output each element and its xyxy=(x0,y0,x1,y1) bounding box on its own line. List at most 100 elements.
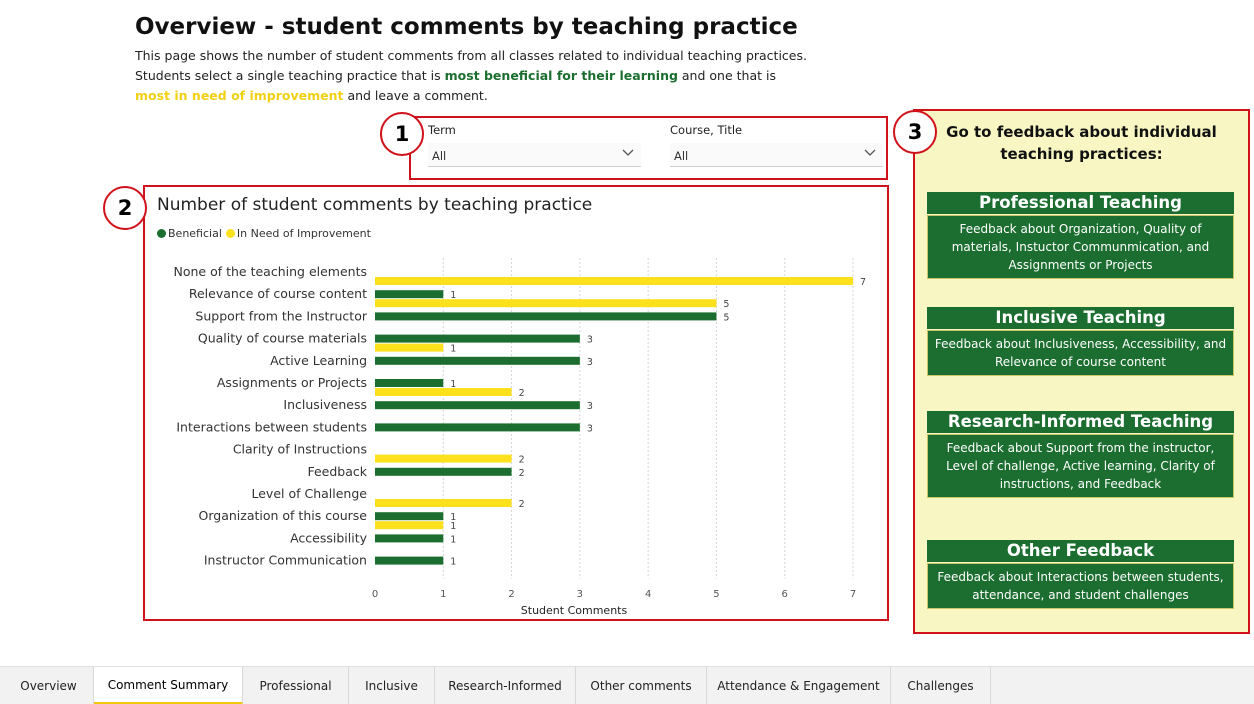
x-tick-label: 7 xyxy=(850,589,856,600)
x-tick-label: 3 xyxy=(577,589,583,600)
tab-overview[interactable]: Overview xyxy=(4,667,94,704)
legend-beneficial-label: Beneficial xyxy=(168,227,222,240)
legend-improvement[interactable]: In Need of Improvement xyxy=(225,227,371,240)
description-line-3: most in need of improvement and leave a … xyxy=(135,86,807,106)
tab-inclusive[interactable]: Inclusive xyxy=(349,667,435,704)
navigation-heading-line-1: Go to feedback about individual xyxy=(946,123,1217,141)
course-filter-label: Course, Title xyxy=(670,123,743,137)
bar-beneficial xyxy=(375,512,444,521)
page-title: Overview - student comments by teaching … xyxy=(135,14,798,40)
category-label: Clarity of Instructions xyxy=(233,442,367,457)
bar-improvement xyxy=(375,454,512,463)
data-label: 1 xyxy=(450,534,456,545)
data-label: 3 xyxy=(587,357,593,368)
description-text: and one that is xyxy=(677,68,776,83)
bar-improvement xyxy=(375,343,444,352)
bar-improvement xyxy=(375,388,512,396)
x-tick-label: 6 xyxy=(782,589,788,600)
course-dropdown-value: All xyxy=(674,149,689,163)
description-text: and leave a comment. xyxy=(343,88,488,103)
course-filter: Course, Title All xyxy=(670,123,883,167)
data-label: 1 xyxy=(450,557,456,568)
navigation-heading: Go to feedback about individual teaching… xyxy=(915,121,1248,165)
nav-card-professional[interactable]: Professional Teaching Feedback about Org… xyxy=(927,192,1234,279)
category-label: Inclusiveness xyxy=(283,397,367,412)
nav-card-description: Feedback about Inclusiveness, Accessibil… xyxy=(927,330,1234,376)
chart-legend: Beneficial In Need of Improvement xyxy=(157,227,371,240)
x-tick-label: 2 xyxy=(508,589,514,600)
category-label: Instructor Communication xyxy=(204,553,367,568)
data-label: 3 xyxy=(587,335,593,346)
bar-chart: 0 1 2 3 4 5 6 7 Student Comments None of the teac… xyxy=(174,258,866,617)
category-label: Level of Challenge xyxy=(252,486,368,501)
tab-challenges[interactable]: Challenges xyxy=(891,667,991,704)
tab-comment-summary[interactable]: Comment Summary xyxy=(94,667,243,704)
x-tick-label: 0 xyxy=(372,589,378,600)
bar-beneficial xyxy=(375,401,580,410)
legend-beneficial[interactable]: Beneficial xyxy=(157,227,222,240)
nav-card-description: Feedback about Interactions between stud… xyxy=(927,563,1234,609)
nav-card-title: Professional Teaching xyxy=(927,192,1234,214)
category-label: Support from the Instructor xyxy=(195,308,367,323)
nav-card-inclusive[interactable]: Inclusive Teaching Feedback about Inclus… xyxy=(927,307,1234,376)
improvement-highlight: most in need of improvement xyxy=(135,88,344,103)
category-label: Interactions between students xyxy=(176,419,367,434)
legend-dot-icon xyxy=(157,229,166,238)
bar-beneficial xyxy=(375,467,512,476)
category-label: Relevance of course content xyxy=(189,286,367,301)
category-label: Feedback xyxy=(307,464,367,479)
data-label: 3 xyxy=(587,401,593,412)
term-dropdown-value: All xyxy=(432,149,447,163)
data-label: 1 xyxy=(450,344,456,355)
x-tick-label: 1 xyxy=(440,589,446,600)
description-line-2: Students select a single teaching practi… xyxy=(135,66,807,86)
data-label: 7 xyxy=(860,277,866,288)
navigation-heading-line-2: teaching practices: xyxy=(1000,145,1163,163)
callout-3: 3 xyxy=(893,110,937,154)
callout-1: 1 xyxy=(380,112,424,156)
tab-attendance-engagement[interactable]: Attendance & Engagement xyxy=(707,667,891,704)
navigation-panel: Go to feedback about individual teaching… xyxy=(913,109,1250,634)
legend-improvement-label: In Need of Improvement xyxy=(236,227,371,240)
chevron-down-icon xyxy=(622,149,634,156)
description-line-1: This page shows the number of student co… xyxy=(135,48,807,63)
category-label: None of the teaching elements xyxy=(174,264,368,279)
data-label: 2 xyxy=(519,468,525,479)
bar-beneficial xyxy=(375,556,444,565)
legend-dot-icon xyxy=(225,229,235,238)
bar-beneficial xyxy=(375,379,444,387)
data-label: 5 xyxy=(723,312,729,323)
term-filter-label: Term xyxy=(428,123,456,137)
filter-panel: Term All Course, Title All xyxy=(409,116,888,180)
bar-improvement xyxy=(375,499,512,507)
category-label: Quality of course materials xyxy=(198,331,367,346)
nav-card-research-informed[interactable]: Research-Informed Teaching Feedback abou… xyxy=(927,411,1234,498)
chevron-down-icon xyxy=(864,149,876,156)
term-dropdown[interactable]: All xyxy=(428,143,641,167)
x-tick-label: 5 xyxy=(713,589,719,600)
bar-beneficial xyxy=(375,334,580,343)
nav-card-title: Inclusive Teaching xyxy=(927,307,1234,329)
x-axis-label: Student Comments xyxy=(521,604,628,617)
bar-beneficial xyxy=(375,534,444,543)
data-label: 3 xyxy=(587,423,593,434)
bar-improvement xyxy=(375,521,444,530)
bar-beneficial xyxy=(375,423,580,432)
nav-card-other[interactable]: Other Feedback Feedback about Interactio… xyxy=(927,540,1234,609)
tab-research-informed[interactable]: Research-Informed xyxy=(435,667,576,704)
category-label: Assignments or Projects xyxy=(217,375,367,390)
data-label: 2 xyxy=(519,499,525,510)
category-label: Active Learning xyxy=(270,353,367,368)
bar-beneficial xyxy=(375,312,717,321)
course-dropdown[interactable]: All xyxy=(670,143,883,167)
nav-card-description: Feedback about Support from the instruct… xyxy=(927,434,1234,498)
description-text: Students select a single teaching practi… xyxy=(135,68,445,83)
tab-professional[interactable]: Professional xyxy=(243,667,349,704)
nav-card-description: Feedback about Organization, Quality of … xyxy=(927,215,1234,279)
x-tick-label: 4 xyxy=(645,589,651,600)
comments-chart: 0 1 2 3 4 5 6 7 Student Comments None of the teac… xyxy=(143,185,889,621)
bar-beneficial xyxy=(375,356,580,365)
tab-other-comments[interactable]: Other comments xyxy=(576,667,707,704)
bar-beneficial xyxy=(375,290,444,299)
category-label: Accessibility xyxy=(290,530,368,545)
